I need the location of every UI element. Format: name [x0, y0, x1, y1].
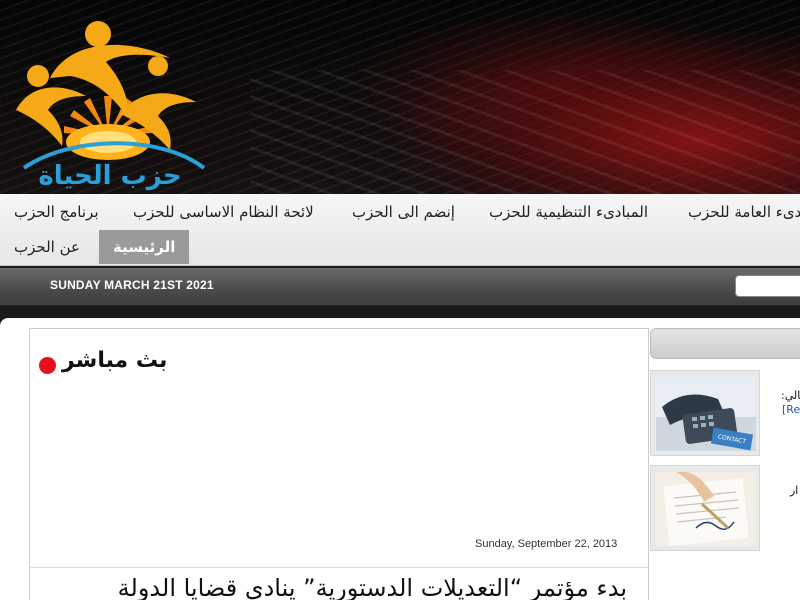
- divider: [30, 567, 648, 568]
- site-header: حزب الحياة: [0, 0, 800, 194]
- live-broadcast-title: بث مباشر: [62, 348, 168, 373]
- nav-item-bylaws[interactable]: لائحة النظام الاساسى للحزب: [133, 195, 314, 229]
- phone-contact-us-icon: CONTACT: [656, 377, 756, 451]
- post-title-link[interactable]: بدء مؤتمر “التعديلات الدستورية” ينادي قض…: [82, 574, 627, 600]
- sidebar-thumb-contact[interactable]: CONTACT: [650, 370, 760, 456]
- nav-item-about[interactable]: عن الحزب: [14, 230, 80, 264]
- header-decoration: [250, 70, 800, 194]
- nav-item-join[interactable]: إنضم الى الحزب: [352, 195, 455, 229]
- post-date: Sunday, September 22, 2013: [475, 538, 618, 550]
- sidebar-thumb-signing[interactable]: [650, 465, 760, 551]
- party-logo[interactable]: حزب الحياة: [10, 18, 210, 194]
- sidebar-header: [650, 328, 800, 359]
- nav-item-org-principles[interactable]: المبادىء التنظيمية للحزب: [489, 195, 648, 229]
- sidebar-item-text: الحالي:: [781, 389, 800, 402]
- nav-item-program[interactable]: برنامج الحزب: [14, 195, 99, 229]
- sidebar-item-text: ار: [790, 484, 799, 497]
- logo-text: حزب الحياة: [38, 161, 181, 191]
- nav-item-general-principles[interactable]: المبادىء العامة للحزب: [688, 195, 800, 229]
- current-date: SUNDAY MARCH 21ST 2021: [50, 278, 214, 292]
- sidebar-item-link[interactable]: [Re: [782, 403, 800, 416]
- search-input[interactable]: [735, 275, 800, 297]
- live-indicator-icon: [39, 357, 56, 374]
- main-nav: برنامج الحزب لائحة النظام الاساسى للحزب …: [0, 194, 800, 266]
- nav-item-home[interactable]: الرئيسية: [99, 230, 190, 264]
- date-bar: SUNDAY MARCH 21ST 2021: [0, 268, 800, 306]
- signing-document-icon: [656, 472, 756, 546]
